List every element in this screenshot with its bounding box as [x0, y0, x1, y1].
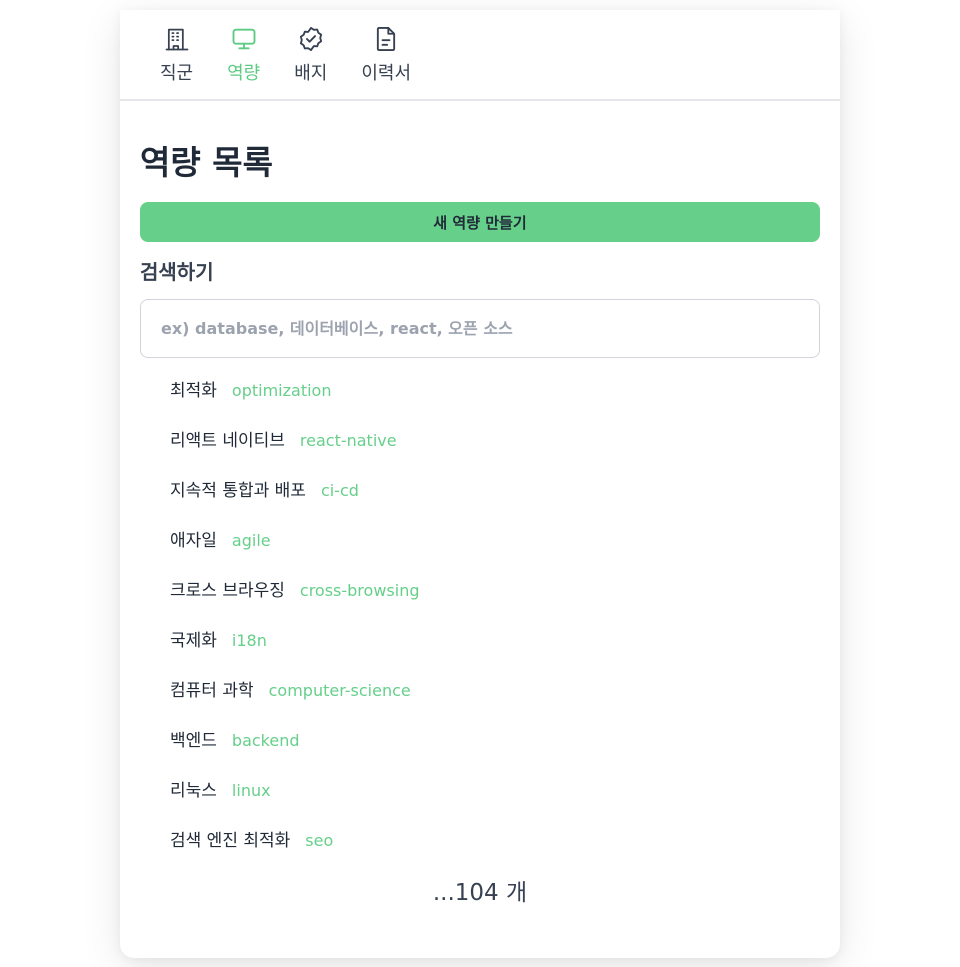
skill-slug: agile [231, 531, 271, 551]
skill-name: 국제화 [170, 631, 217, 652]
tab-skills[interactable]: 역량 [227, 10, 260, 83]
tab-bar: 직군 역량 배지 이력서 [120, 10, 840, 101]
skill-list-item[interactable]: 백엔드 backend [170, 729, 820, 779]
skill-name: 백엔드 [170, 731, 217, 752]
tab-label: 직군 [160, 63, 194, 84]
skill-name: 리액트 네이티브 [170, 431, 285, 452]
tab-label: 역량 [227, 63, 261, 84]
skill-list-item[interactable]: 크로스 브라우징 cross-browsing [170, 579, 820, 629]
skill-slug: backend [231, 731, 300, 751]
skill-slug: cross-browsing [299, 581, 420, 601]
skill-name: 컴퓨터 과학 [170, 681, 254, 702]
page-title: 역량 목록 [140, 143, 273, 182]
skill-list-item[interactable]: 리눅스 linux [170, 779, 820, 829]
skill-name: 리눅스 [170, 781, 217, 802]
skill-name: 크로스 브라우징 [170, 581, 285, 602]
monitor-icon [230, 25, 258, 53]
skill-list-item[interactable]: 리액트 네이티브 react-native [170, 429, 820, 479]
skill-slug: seo [305, 831, 334, 851]
skill-name: 검색 엔진 최적화 [170, 831, 291, 852]
badge-check-icon [297, 25, 325, 53]
more-count: ...104 개 [432, 880, 528, 907]
skill-name: 최적화 [170, 381, 217, 402]
tab-label: 이력서 [361, 63, 412, 84]
skill-slug: ci-cd [320, 481, 359, 501]
tab-label: 배지 [294, 63, 328, 84]
skill-list-item[interactable]: 국제화 i18n [170, 629, 820, 679]
skill-name: 애자일 [170, 531, 217, 552]
skill-list-item[interactable]: 최적화 optimization [170, 379, 820, 429]
content-area: 역량 목록 새 역량 만들기 검색하기 최적화 optimization 리액트 … [120, 143, 840, 907]
search-label: 검색하기 [140, 260, 214, 285]
skill-slug: computer-science [268, 681, 411, 701]
document-icon [372, 25, 400, 53]
skill-list-item[interactable]: 지속적 통합과 배포 ci-cd [170, 479, 820, 529]
create-skill-button[interactable]: 새 역량 만들기 [140, 202, 820, 243]
tab-resume[interactable]: 이력서 [361, 10, 411, 83]
skill-list-item[interactable]: 컴퓨터 과학 computer-science [170, 679, 820, 729]
building-icon [163, 25, 191, 53]
main-card: 직군 역량 배지 이력서 역량 목록 새 역량 만들기 검색하기 ex) dat… [120, 10, 840, 958]
skill-list: 최적화 optimization 리액트 네이티브 react-native 지속적… [140, 379, 820, 879]
search-input[interactable] [140, 299, 820, 359]
tab-badges[interactable]: 배지 [294, 10, 327, 83]
skill-slug: optimization [231, 381, 332, 401]
skill-list-item[interactable]: 애자일 agile [170, 529, 820, 579]
skill-slug: i18n [231, 631, 267, 651]
skill-slug: react-native [299, 431, 397, 451]
skill-slug: linux [231, 781, 271, 801]
tab-job-category[interactable]: 직군 [160, 10, 193, 83]
skill-name: 지속적 통합과 배포 [170, 481, 306, 502]
skill-list-item[interactable]: 검색 엔진 최적화 seo [170, 829, 820, 879]
